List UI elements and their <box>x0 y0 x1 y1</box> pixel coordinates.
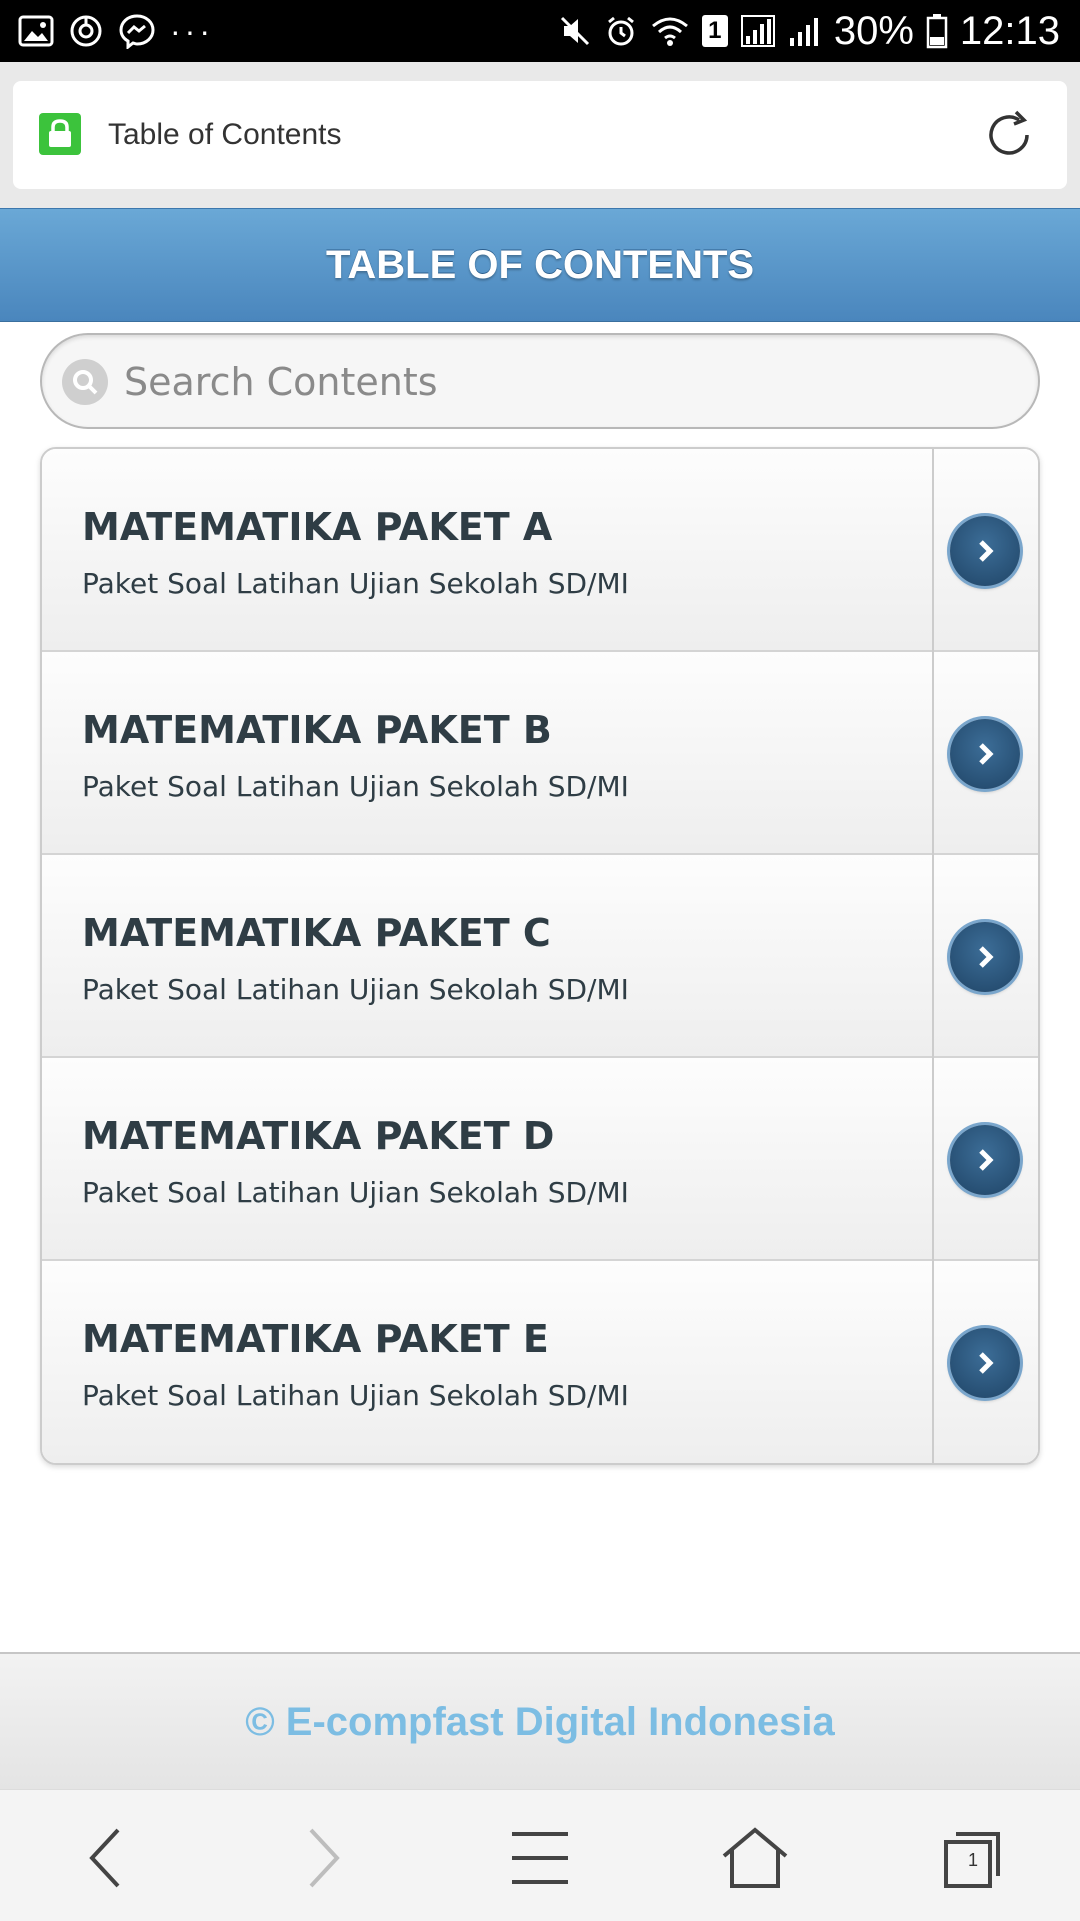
menu-icon[interactable] <box>500 1820 580 1896</box>
lock-icon <box>39 113 81 155</box>
wifi-icon <box>650 14 690 48</box>
search-box[interactable] <box>40 333 1040 429</box>
list-item[interactable]: MATEMATIKA PAKET A Paket Soal Latihan Uj… <box>42 449 1038 652</box>
item-arrow-cell[interactable] <box>932 855 1038 1058</box>
chevron-right-icon[interactable] <box>950 1328 1020 1398</box>
sim-badge: 1 <box>701 15 728 47</box>
status-bar: ··· 1 30% 12:13 <box>0 0 1080 62</box>
list-item-text[interactable]: MATEMATIKA PAKET E Paket Soal Latihan Uj… <box>82 1261 922 1463</box>
item-arrow-cell[interactable] <box>932 1261 1038 1463</box>
chevron-right-icon[interactable] <box>950 1125 1020 1195</box>
overflow-dots: ··· <box>170 12 214 49</box>
address-bar[interactable]: Table of Contents <box>13 81 1067 189</box>
signal-icon-2 <box>788 14 822 48</box>
list-item-text[interactable]: MATEMATIKA PAKET A Paket Soal Latihan Uj… <box>82 449 922 652</box>
reload-icon[interactable] <box>979 105 1039 165</box>
tab-count: 1 <box>967 1850 978 1870</box>
item-title: MATEMATIKA PAKET B <box>82 708 552 752</box>
item-title: MATEMATIKA PAKET E <box>82 1317 549 1361</box>
image-icon <box>18 15 54 47</box>
list-item-text[interactable]: MATEMATIKA PAKET D Paket Soal Latihan Uj… <box>82 1058 922 1261</box>
item-subtitle: Paket Soal Latihan Ujian Sekolah SD/MI <box>82 1176 629 1209</box>
alarm-icon <box>604 14 638 48</box>
tabs-icon[interactable]: 1 <box>932 1820 1012 1896</box>
battery-percent: 30% <box>833 8 914 53</box>
item-arrow-cell[interactable] <box>932 449 1038 652</box>
back-icon[interactable] <box>67 1820 147 1896</box>
page-footer: © E-compfast Digital Indonesia <box>0 1652 1080 1790</box>
item-subtitle: Paket Soal Latihan Ujian Sekolah SD/MI <box>82 567 629 600</box>
home-icon[interactable] <box>715 1820 795 1896</box>
list-item[interactable]: MATEMATIKA PAKET E Paket Soal Latihan Uj… <box>42 1261 1038 1463</box>
chevron-right-icon[interactable] <box>950 719 1020 789</box>
contents-list: MATEMATIKA PAKET A Paket Soal Latihan Uj… <box>40 447 1040 1465</box>
list-item-text[interactable]: MATEMATIKA PAKET C Paket Soal Latihan Uj… <box>82 855 922 1058</box>
item-arrow-cell[interactable] <box>932 1058 1038 1261</box>
item-subtitle: Paket Soal Latihan Ujian Sekolah SD/MI <box>82 1379 629 1412</box>
browser-bottom-nav: 1 <box>0 1789 1080 1921</box>
footer-copyright: © E-compfast Digital Indonesia <box>245 1700 835 1744</box>
list-item-text[interactable]: MATEMATIKA PAKET B Paket Soal Latihan Uj… <box>82 652 922 855</box>
page-title: TABLE OF CONTENTS <box>325 243 755 287</box>
item-title: MATEMATIKA PAKET D <box>82 1114 555 1158</box>
sync-icon <box>68 13 104 49</box>
browser-toolbar: Table of Contents <box>0 62 1080 208</box>
forward-icon[interactable] <box>282 1820 362 1896</box>
mute-icon <box>558 14 592 48</box>
messenger-icon <box>118 13 156 49</box>
search-icon <box>62 359 108 405</box>
list-item[interactable]: MATEMATIKA PAKET B Paket Soal Latihan Uj… <box>42 652 1038 855</box>
search-input[interactable] <box>122 345 1006 419</box>
chevron-right-icon[interactable] <box>950 516 1020 586</box>
clock: 12:13 <box>959 8 1060 53</box>
signal-icon <box>740 14 776 48</box>
item-title: MATEMATIKA PAKET A <box>82 505 553 549</box>
chevron-right-icon[interactable] <box>950 922 1020 992</box>
battery-icon <box>926 13 948 49</box>
item-subtitle: Paket Soal Latihan Ujian Sekolah SD/MI <box>82 973 629 1006</box>
list-item[interactable]: MATEMATIKA PAKET C Paket Soal Latihan Uj… <box>42 855 1038 1058</box>
item-arrow-cell[interactable] <box>932 652 1038 855</box>
page-header: TABLE OF CONTENTS <box>0 208 1080 322</box>
item-title: MATEMATIKA PAKET C <box>82 911 551 955</box>
address-title: Table of Contents <box>108 118 342 151</box>
item-subtitle: Paket Soal Latihan Ujian Sekolah SD/MI <box>82 770 629 803</box>
list-item[interactable]: MATEMATIKA PAKET D Paket Soal Latihan Uj… <box>42 1058 1038 1261</box>
